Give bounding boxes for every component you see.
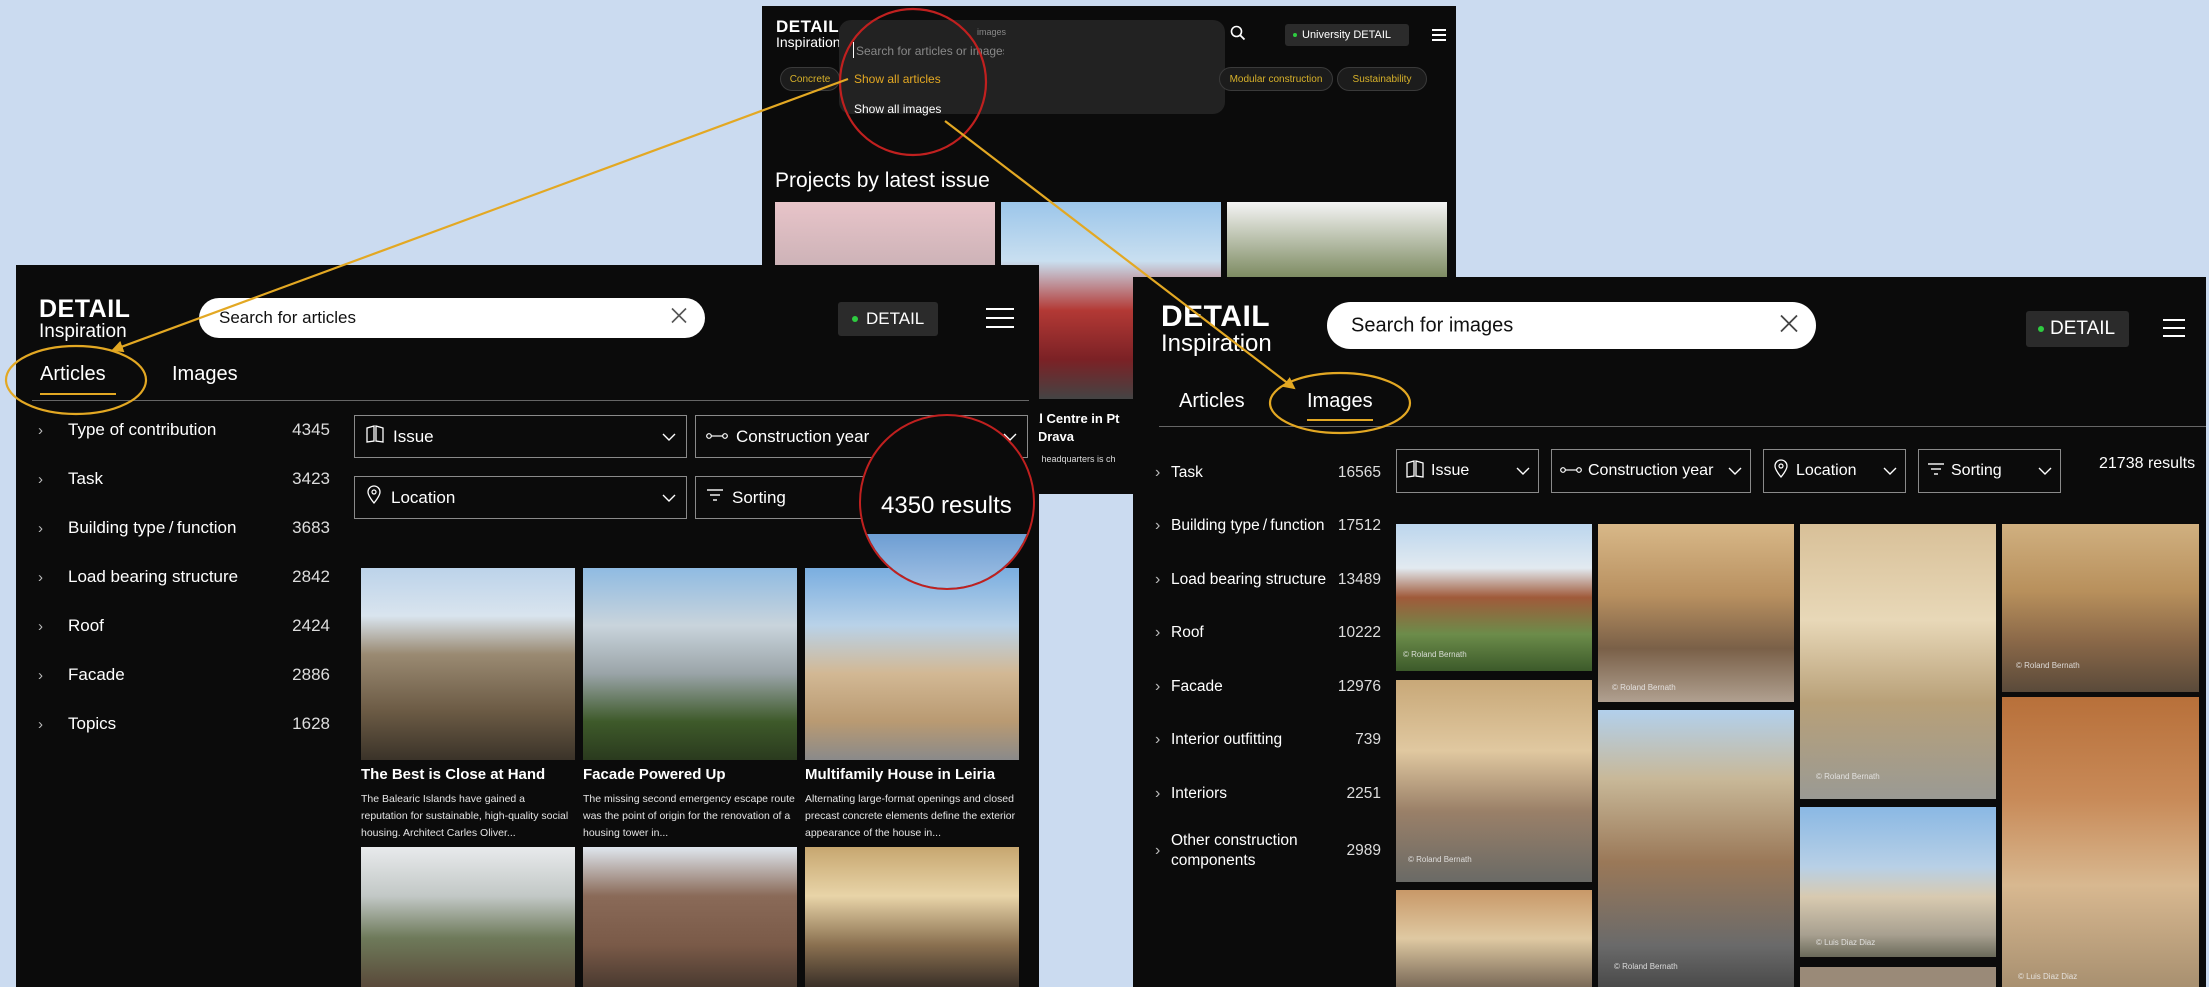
highlight-ellipse-images-tab — [1268, 371, 1412, 435]
highlight-ellipse-articles-tab — [4, 344, 148, 416]
highlight-circle-search-menu — [838, 7, 988, 157]
arrow-to-images-tab — [944, 120, 1296, 390]
arrow-to-articles-tab — [111, 77, 849, 353]
annotation-overlay — [4, 7, 1412, 435]
